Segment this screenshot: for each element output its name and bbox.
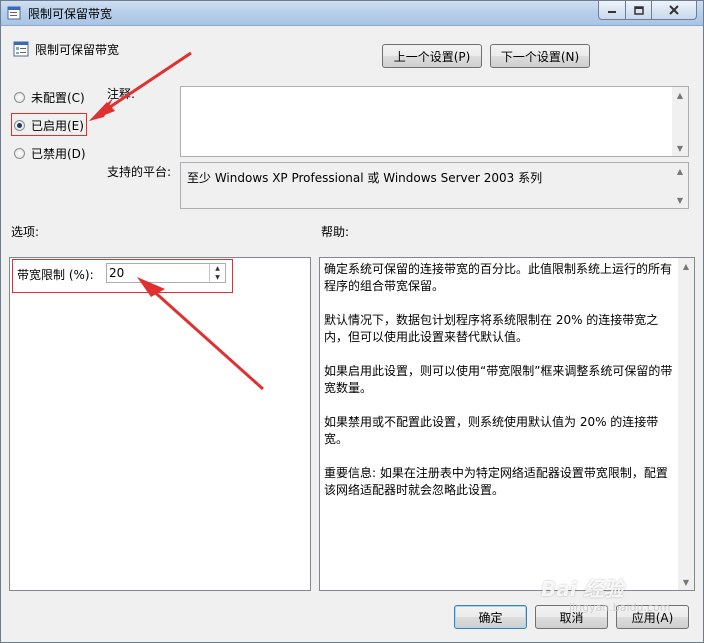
help-pane: 确定系统可保留的连接带宽的百分比。此值限制系统上运行的所有程序的组合带宽保留。 …	[319, 257, 695, 591]
comment-textarea[interactable]: ▲ ▼	[180, 86, 689, 157]
help-paragraph: 确定系统可保留的连接带宽的百分比。此值限制系统上运行的所有程序的组合带宽保留。	[324, 262, 673, 293]
ok-button[interactable]: 确定	[454, 605, 527, 629]
scroll-down-icon[interactable]: ▼	[672, 192, 688, 208]
bandwidth-highlight-box	[12, 259, 233, 293]
help-paragraph: 重要信息: 如果在注册表中为特定网络适配器设置带宽限制，配置该网络适配器时就会忽…	[324, 466, 668, 497]
options-pane	[9, 257, 311, 591]
platform-value: 至少 Windows XP Professional 或 Windows Ser…	[187, 171, 543, 185]
help-paragraph: 如果启用此设置，则可以使用“带宽限制”框来调整系统可保留的带宽数量。	[324, 364, 673, 395]
help-paragraph: 如果禁用或不配置此设置，则系统使用默认值为 20% 的连接带宽。	[324, 415, 659, 446]
policy-dialog: 限制可保留带宽 限制可保留带宽 上一个设置(P) 下一个设置(N) 未配置(C)…	[0, 0, 704, 643]
radio-disabled[interactable]: 已禁用(D)	[14, 144, 86, 162]
help-text: 确定系统可保留的连接带宽的百分比。此值限制系统上运行的所有程序的组合带宽保留。 …	[324, 261, 674, 516]
window-title: 限制可保留带宽	[28, 7, 113, 21]
radio-disabled-indicator[interactable]	[14, 147, 25, 159]
radio-disabled-label: 已禁用(D)	[31, 146, 86, 161]
platform-scrollbar[interactable]: ▲ ▼	[672, 163, 688, 208]
watermark-url: jingyan.baidu.com	[569, 601, 671, 614]
title-bar[interactable]: 限制可保留带宽	[1, 1, 703, 26]
scroll-up-icon[interactable]: ▲	[678, 258, 694, 274]
window-controls	[598, 1, 697, 20]
options-label: 选项:	[11, 225, 40, 239]
scroll-down-icon[interactable]: ▼	[678, 574, 694, 590]
previous-setting-button[interactable]: 上一个设置(P)	[382, 44, 482, 68]
comment-label: 注释:	[107, 87, 136, 101]
platform-field: 至少 Windows XP Professional 或 Windows Ser…	[180, 162, 689, 209]
scroll-down-icon[interactable]: ▼	[672, 140, 688, 156]
enabled-highlight-box	[11, 113, 87, 136]
minimize-icon	[608, 11, 616, 13]
next-setting-button[interactable]: 下一个设置(N)	[490, 44, 590, 68]
help-paragraph: 默认情况下，数据包计划程序将系统限制在 20% 的连接带宽之内，但可以使用此设置…	[324, 313, 659, 344]
close-icon	[669, 5, 679, 15]
scroll-up-icon[interactable]: ▲	[672, 163, 688, 179]
scroll-up-icon[interactable]: ▲	[672, 87, 688, 103]
radio-not-configured[interactable]: 未配置(C)	[14, 88, 85, 106]
policy-setting-icon	[13, 41, 29, 57]
arrow-to-enabled	[89, 51, 192, 121]
watermark-logo: Bai 经验	[541, 577, 624, 601]
help-scrollbar[interactable]: ▲ ▼	[678, 258, 694, 590]
comment-scrollbar[interactable]: ▲ ▼	[672, 87, 688, 156]
minimize-button[interactable]	[598, 1, 626, 20]
platform-label: 支持的平台:	[107, 165, 172, 179]
help-label: 帮助:	[321, 225, 350, 239]
maximize-button[interactable]	[626, 1, 652, 20]
maximize-icon	[633, 5, 644, 15]
policy-icon	[7, 6, 21, 20]
radio-not-configured-label: 未配置(C)	[31, 90, 85, 105]
policy-name: 限制可保留带宽	[35, 43, 120, 57]
radio-not-configured-indicator[interactable]	[14, 91, 25, 103]
close-button[interactable]	[652, 1, 697, 20]
